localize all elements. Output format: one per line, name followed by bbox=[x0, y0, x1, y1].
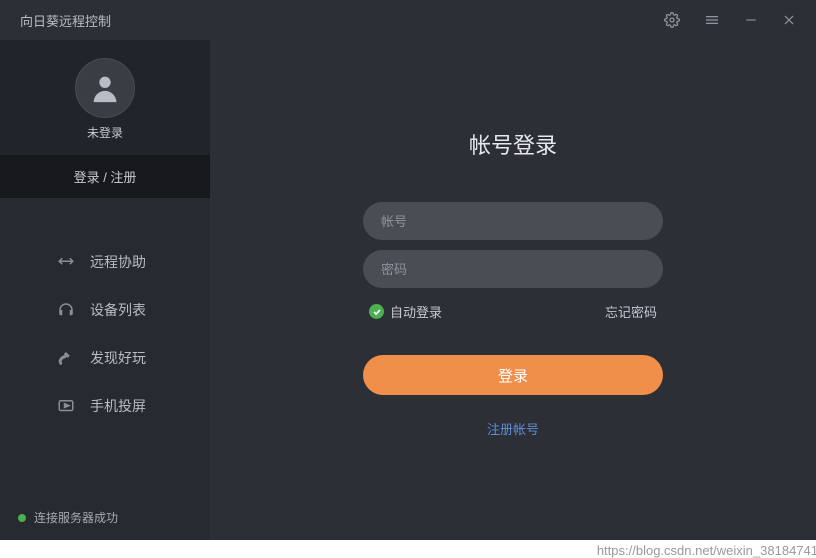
sidebar-item-remote-assist[interactable]: 远程协助 bbox=[0, 238, 210, 286]
app-window: 向日葵远程控制 未登录 登录 / 注册 bbox=[0, 0, 816, 540]
sidebar-item-label: 远程协助 bbox=[90, 252, 146, 272]
forgot-password-link[interactable]: 忘记密码 bbox=[605, 302, 657, 321]
status-bar: 连接服务器成功 bbox=[0, 495, 210, 540]
login-options-row: 自动登录 忘记密码 bbox=[363, 298, 663, 325]
sidebar-item-label: 设备列表 bbox=[90, 300, 146, 320]
window-controls bbox=[664, 12, 796, 28]
sidebar: 未登录 登录 / 注册 远程协助 设备列表 bbox=[0, 40, 210, 540]
sidebar-item-cast[interactable]: 手机投屏 bbox=[0, 382, 210, 430]
close-icon[interactable] bbox=[782, 13, 796, 27]
login-form: 自动登录 忘记密码 登录 注册帐号 bbox=[363, 202, 663, 438]
gear-icon[interactable] bbox=[664, 12, 680, 28]
titlebar: 向日葵远程控制 bbox=[0, 0, 816, 40]
login-title: 帐号登录 bbox=[469, 128, 557, 160]
login-button[interactable]: 登录 bbox=[363, 355, 663, 395]
avatar[interactable] bbox=[75, 58, 135, 118]
sidebar-item-discover[interactable]: 发现好玩 bbox=[0, 334, 210, 382]
app-title: 向日葵远程控制 bbox=[20, 11, 111, 30]
password-input[interactable] bbox=[363, 250, 663, 288]
content: 帐号登录 自动登录 忘记密码 登录 注册帐号 bbox=[210, 40, 816, 540]
auto-login-label: 自动登录 bbox=[390, 302, 442, 321]
check-icon bbox=[369, 304, 384, 319]
sidebar-item-devices[interactable]: 设备列表 bbox=[0, 286, 210, 334]
account-input[interactable] bbox=[363, 202, 663, 240]
body: 未登录 登录 / 注册 远程协助 设备列表 bbox=[0, 40, 816, 540]
nav: 远程协助 设备列表 发现好玩 bbox=[0, 198, 210, 430]
status-dot-icon bbox=[18, 514, 26, 522]
headphones-icon bbox=[56, 301, 76, 319]
register-link[interactable]: 注册帐号 bbox=[363, 419, 663, 438]
status-text: 连接服务器成功 bbox=[34, 509, 118, 526]
menu-icon[interactable] bbox=[704, 12, 720, 28]
arrows-icon bbox=[56, 253, 76, 271]
login-register-link[interactable]: 登录 / 注册 bbox=[0, 155, 210, 198]
sidebar-item-label: 手机投屏 bbox=[90, 396, 146, 416]
satellite-icon bbox=[56, 349, 76, 367]
auto-login-checkbox[interactable]: 自动登录 bbox=[369, 302, 442, 321]
profile-section: 未登录 bbox=[0, 40, 210, 155]
cast-icon bbox=[56, 397, 76, 415]
minimize-icon[interactable] bbox=[744, 13, 758, 27]
avatar-label: 未登录 bbox=[87, 124, 123, 141]
sidebar-item-label: 发现好玩 bbox=[90, 348, 146, 368]
